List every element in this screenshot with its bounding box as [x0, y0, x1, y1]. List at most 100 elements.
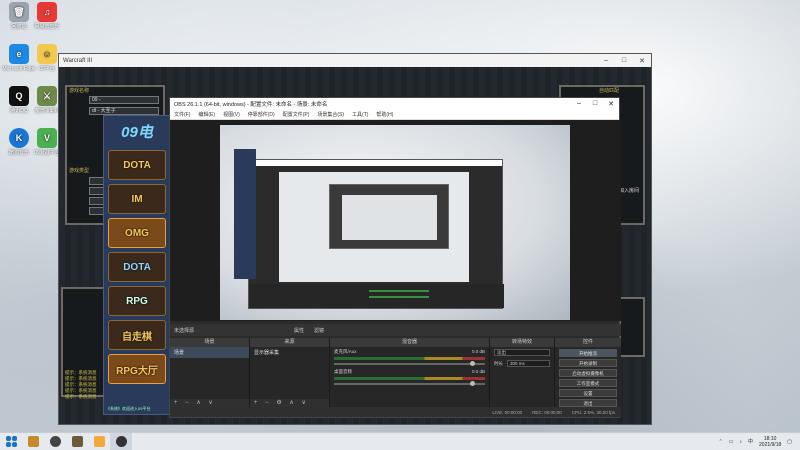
no-source-label: 未选择源	[174, 327, 195, 334]
nested-inner-preview	[342, 195, 437, 240]
obs-preview[interactable]	[170, 120, 621, 321]
obs-window[interactable]: OBS 26.1.1 (64-bit, windows) - 配置文件: 未命名…	[169, 97, 621, 418]
studio-mode-button[interactable]: 工作室模式	[559, 379, 617, 387]
game-tile-rpg[interactable]: RPG	[108, 286, 166, 316]
mixer-header: 混音器	[330, 338, 489, 347]
game-tile-dota[interactable]: DOTA	[108, 150, 166, 180]
nested-preview	[279, 172, 469, 282]
minimize-icon[interactable]: –	[597, 57, 615, 65]
menu-scene-collection[interactable]: 场景集合(S)	[317, 111, 344, 118]
game-tile-rpg-lobby[interactable]: RPG大厅	[108, 354, 166, 384]
channel-db: 0.0 dB	[471, 369, 485, 374]
menu-file[interactable]: 文件(F)	[174, 111, 190, 118]
obs-menubar: 文件(F) 编辑(E) 视图(V) 停靠部件(D) 配置文件(P) 场景集合(S…	[170, 110, 619, 120]
chevron-up-icon[interactable]: ⌃	[719, 439, 723, 445]
menu-edit[interactable]: 编辑(E)	[198, 111, 215, 118]
clock-date: 2021/9/18	[759, 441, 782, 448]
sources-header: 来源	[250, 338, 329, 347]
nested-meter	[369, 296, 429, 298]
virtual-camera-button[interactable]: 启动虚拟摄像机	[559, 369, 617, 377]
clock[interactable]: 18:10 2021/9/18	[759, 436, 781, 448]
ime-icon[interactable]: 中	[748, 438, 753, 445]
settings-button[interactable]: 设置	[559, 389, 617, 397]
channel-db: 0.0 dB	[471, 349, 485, 354]
game-tile-omg[interactable]: OMG	[108, 218, 166, 248]
taskbar: ⌃ ▭ ♪ 中 18:10 2021/9/18 ▢	[0, 432, 800, 450]
game-tile-dota2[interactable]: DOTA	[108, 252, 166, 282]
start-button[interactable]	[0, 433, 22, 450]
menu-profile[interactable]: 配置文件(P)	[283, 111, 310, 118]
mixer-channel-mic: 麦克风/Aux 0.0 dB	[330, 347, 489, 367]
scene-item[interactable]: 场景	[170, 347, 249, 358]
join-text: 加入房间	[619, 188, 640, 194]
edge-icon: e	[9, 44, 29, 64]
menu-help[interactable]: 帮助(H)	[376, 111, 393, 118]
source-item[interactable]: 显示器采集	[250, 347, 329, 358]
cpu-fps: CPU: 2.5%, 30.00 fps	[571, 409, 615, 415]
09-platform-icon: ☺	[37, 44, 57, 64]
auto-match-label: 自动匹配	[599, 88, 620, 94]
taskbar-obs-running-icon[interactable]	[110, 432, 132, 450]
exit-button[interactable]: 退出	[559, 399, 617, 407]
menu-tools[interactable]: 工具(T)	[352, 111, 368, 118]
transitions-dock: 转场特效 淡出 时长 300 ms	[490, 338, 555, 408]
taskbar-09-icon[interactable]	[22, 433, 44, 450]
duration-label: 时长	[494, 360, 503, 366]
controls-dock: 控件 开始推流 开始录制 启动虚拟摄像机 工作室模式 设置 退出	[555, 338, 621, 408]
properties-button[interactable]: 属性	[294, 327, 304, 334]
09-battle-icon: V	[37, 128, 57, 148]
notification-icon[interactable]: ▢	[787, 439, 792, 445]
menu-docks[interactable]: 停靠部件(D)	[248, 111, 275, 118]
filters-button[interactable]: 滤镜	[314, 327, 324, 334]
game-type-field[interactable]: dt - 大圣子	[89, 107, 159, 115]
mixer-channel-desktop: 桌面音频 0.0 dB	[330, 367, 489, 387]
taskbar-app-icon[interactable]	[88, 433, 110, 450]
game-name-field[interactable]: 09 -	[89, 96, 159, 104]
network-icon[interactable]: ▭	[729, 439, 734, 445]
taskbar-obs-icon[interactable]	[44, 433, 66, 450]
game-tile-autochess[interactable]: 自走棋	[108, 320, 166, 350]
transitions-header: 转场特效	[490, 338, 554, 347]
system-tray: ⌃ ▭ ♪ 中 18:10 2021/9/18 ▢	[719, 436, 800, 448]
platform09-logo: 09电	[121, 123, 153, 141]
mixer-dock: 混音器 麦克风/Aux 0.0 dB 桌面音频 0.0 dB	[330, 338, 490, 408]
nested-docks	[249, 284, 504, 308]
volume-slider[interactable]	[334, 381, 485, 386]
warcraft-titlebar[interactable]: Warcraft III – □ ✕	[59, 54, 651, 67]
obs-footer: LIVE: 00:00:00 REC: 00:00:00 CPU: 2.5%, …	[170, 407, 621, 417]
channel-name: 麦克风/Aux	[334, 349, 357, 354]
scenes-dock: 场景 场景 + − ∧ ∨	[170, 338, 250, 408]
rec-time: REC: 00:00:00	[532, 409, 562, 415]
transition-select[interactable]: 淡出	[494, 349, 550, 356]
qq-icon: Q	[9, 86, 29, 106]
volume-slider[interactable]	[334, 361, 485, 366]
sources-dock: 来源 显示器采集 + − ⚙ ∧ ∨	[250, 338, 330, 408]
warcraft-icon: ⚔	[37, 86, 57, 106]
nested-titlebar	[249, 160, 502, 166]
preview-canvas[interactable]	[220, 125, 570, 320]
taskbar-war3-icon[interactable]	[66, 433, 88, 450]
audio-meter	[334, 377, 485, 380]
duration-input[interactable]: 300 ms	[507, 360, 550, 367]
volume-icon[interactable]: ♪	[740, 439, 743, 445]
nested-platform-panel	[234, 149, 256, 279]
start-recording-button[interactable]: 开始录制	[559, 359, 617, 367]
nested-obs-window	[248, 159, 504, 309]
desktop-icon-netease-music[interactable]: ♫ 网易云音乐	[30, 2, 64, 30]
obs-title: OBS 26.1.1 (64-bit, windows) - 配置文件: 未命名…	[174, 102, 328, 108]
maximize-icon[interactable]: □	[615, 57, 633, 65]
nested-meter	[369, 290, 429, 292]
controls-header: 控件	[555, 338, 621, 347]
minimize-icon[interactable]: –	[571, 100, 587, 108]
start-streaming-button[interactable]: 开始推流	[559, 349, 617, 357]
right-button-frame	[619, 297, 645, 357]
nested-inner-window	[329, 184, 449, 249]
close-icon[interactable]: ✕	[633, 57, 651, 65]
menu-view[interactable]: 视图(V)	[223, 111, 240, 118]
recycle-bin-icon: 🗑	[9, 2, 29, 22]
game-tile-im[interactable]: IM	[108, 184, 166, 214]
maximize-icon[interactable]: □	[587, 100, 603, 108]
obs-titlebar[interactable]: OBS 26.1.1 (64-bit, windows) - 配置文件: 未命名…	[170, 98, 619, 110]
close-icon[interactable]: ✕	[603, 100, 619, 108]
game-type-label: 游戏类型	[69, 168, 90, 174]
